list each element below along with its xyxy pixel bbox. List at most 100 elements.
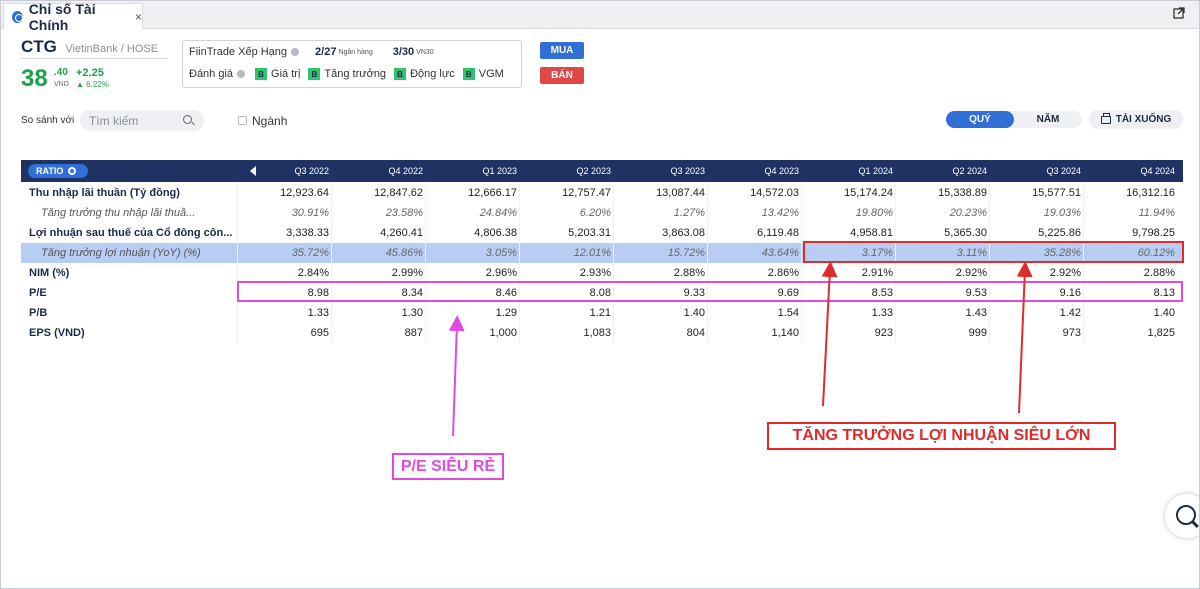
rank-bank-sub: Ngân hàng — [338, 48, 373, 56]
column-divider — [801, 323, 802, 343]
table-cell: 804 — [686, 327, 705, 339]
column-divider — [895, 203, 896, 223]
download-button[interactable]: TẢI XUỐNG — [1089, 110, 1183, 129]
caret-left-icon[interactable] — [250, 166, 256, 176]
table-header: RATIO Q3 2022 Q4 2022 Q1 2023 Q2 2023 Q3 202… — [21, 160, 1183, 182]
ticker-symbol: CTG — [21, 37, 57, 56]
column-header: Q4 2022 — [388, 166, 423, 176]
grade-value-label: Giá trị — [271, 68, 301, 80]
info-icon[interactable] — [291, 48, 300, 56]
table-cell: 45.86% — [385, 247, 423, 259]
column-divider — [613, 263, 614, 283]
column-divider — [331, 243, 332, 263]
magnifier-chat-icon — [1176, 505, 1196, 525]
close-icon[interactable]: × — [135, 10, 142, 24]
download-label: TẢI XUỐNG — [1115, 114, 1172, 125]
column-divider — [989, 223, 990, 243]
table-cell: 19.80% — [855, 207, 893, 219]
column-divider — [425, 243, 426, 263]
table-cell: 1,825 — [1147, 327, 1175, 339]
column-divider — [707, 223, 708, 243]
column-divider — [707, 203, 708, 223]
info-icon[interactable] — [237, 70, 246, 78]
table-cell: 12,923.64 — [280, 187, 329, 199]
column-divider — [425, 223, 426, 243]
year-button[interactable]: NĂM — [1014, 111, 1082, 128]
sell-button[interactable]: BÁN — [540, 67, 584, 84]
table-cell: 4,260.41 — [380, 227, 423, 239]
price-decimal: .40 — [54, 67, 68, 78]
table-cell: 1.33 — [871, 307, 893, 319]
table-cell: 15,174.24 — [844, 187, 893, 199]
column-divider — [425, 203, 426, 223]
column-divider — [237, 203, 238, 223]
buy-button[interactable]: MUA — [540, 42, 584, 59]
industry-checkbox[interactable] — [238, 116, 247, 125]
column-divider — [989, 323, 990, 343]
column-divider — [707, 303, 708, 323]
column-divider — [519, 203, 520, 223]
column-divider — [237, 223, 238, 243]
table-cell: 12.01% — [573, 247, 611, 259]
column-divider — [613, 303, 614, 323]
ratio-label: RATIO — [36, 166, 64, 176]
row-label: EPS (VND) — [29, 327, 85, 339]
table-cell: 2.91% — [861, 267, 893, 279]
table-row[interactable]: EPS (VND) 695 887 1,000 1,083 804 1,140 923 999 9… — [21, 323, 1183, 343]
assistant-button[interactable] — [1165, 494, 1199, 538]
column-divider — [1083, 303, 1084, 323]
column-divider — [613, 323, 614, 343]
column-divider — [519, 243, 520, 263]
search-icon[interactable] — [183, 115, 192, 124]
table-cell: 11.94% — [1138, 207, 1176, 219]
price-unit: VND — [54, 81, 69, 88]
table-row[interactable]: P/B 1.33 1.30 1.29 1.21 1.40 1.54 1.33 1.43 1.42 1… — [21, 303, 1183, 323]
grade-label: Đánh giá — [189, 68, 234, 80]
ratio-button[interactable]: RATIO — [28, 164, 88, 178]
tab-financial-ratios[interactable]: Chỉ số Tài Chính × — [3, 1, 143, 33]
link-icon — [12, 10, 23, 23]
table-cell: 2.96% — [485, 267, 517, 279]
column-divider — [1083, 183, 1084, 203]
column-divider — [237, 263, 238, 283]
table-row[interactable]: Tăng trưởng thu nhập lãi thuầ... 30.91% 23… — [21, 203, 1183, 223]
table-cell: 12,666.17 — [468, 187, 517, 199]
grade-growth-label: Tăng trưởng — [324, 68, 387, 80]
change-percent-value: 6.22% — [86, 80, 109, 89]
quarter-button[interactable]: QUÝ — [946, 111, 1014, 128]
table-cell: 3,338.33 — [286, 227, 329, 239]
popout-icon[interactable] — [1173, 7, 1193, 23]
column-divider — [237, 183, 238, 203]
table-cell: 1.42 — [1059, 307, 1081, 319]
profit-annotation: TĂNG TRƯỞNG LỢI NHUẬN SIÊU LỚN — [767, 422, 1116, 450]
table-cell: 2.86% — [767, 267, 799, 279]
column-header: Q3 2024 — [1046, 166, 1081, 176]
price-integer: 38 — [21, 65, 48, 92]
row-label: NIM (%) — [29, 267, 70, 279]
price-change-percent: ▲ 6.22% — [76, 80, 109, 89]
table-cell: 695 — [310, 327, 329, 339]
table-cell: 35.72% — [291, 247, 329, 259]
column-divider — [1083, 263, 1084, 283]
table-cell: 6.20% — [579, 207, 611, 219]
column-divider — [801, 303, 802, 323]
table-cell: 2.88% — [1143, 267, 1175, 279]
ticker-divider — [21, 58, 167, 59]
table-cell: 1.40 — [683, 307, 705, 319]
table-cell: 16,312.16 — [1126, 187, 1175, 199]
printer-icon — [1100, 112, 1111, 124]
table-cell: 12,847.62 — [374, 187, 423, 199]
tab-bar: Chỉ số Tài Chính × — [1, 1, 1199, 33]
table-cell: 13,087.44 — [656, 187, 705, 199]
table-row[interactable]: Thu nhập lãi thuần (Tỷ đồng) 12,923.64 12,… — [21, 183, 1183, 203]
table-row[interactable]: NIM (%) 2.84% 2.99% 2.96% 2.93% 2.88% 2.86% 2.9… — [21, 263, 1183, 283]
table-row[interactable]: Lợi nhuận sau thuế của Cổ đông côn... 3,3… — [21, 223, 1183, 243]
table-cell: 2.92% — [955, 267, 987, 279]
table-cell: 923 — [874, 327, 893, 339]
ranking-label: FiinTrade Xếp Hạng — [189, 46, 288, 58]
column-divider — [613, 243, 614, 263]
table-cell: 5,225.86 — [1038, 227, 1081, 239]
app-window: Chỉ số Tài Chính × CTG VietinBank / HOSE… — [0, 0, 1200, 589]
table-cell: 13.42% — [761, 207, 799, 219]
column-divider — [613, 203, 614, 223]
